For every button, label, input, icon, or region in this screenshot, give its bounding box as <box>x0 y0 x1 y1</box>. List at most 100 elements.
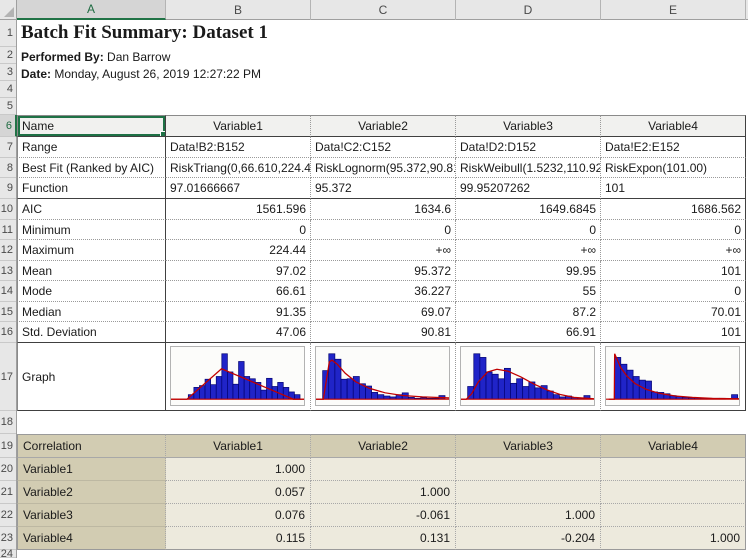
stat-cell[interactable]: 99.95 <box>456 261 601 281</box>
row-header-4[interactable]: 4 <box>0 81 16 98</box>
corr-cell[interactable]: 1.000 <box>166 458 311 481</box>
stat-cell[interactable]: 91.35 <box>166 302 311 322</box>
stat-cell[interactable]: 1561.596 <box>166 199 311 220</box>
stat-cell[interactable]: 97.01666667 <box>166 178 311 199</box>
stat-cell[interactable]: 47.06 <box>166 322 311 343</box>
stat-cell[interactable]: RiskTriang(0,66.610,224.44) <box>166 158 311 178</box>
stat-cell[interactable]: RiskExpon(101.00) <box>601 158 746 178</box>
corr-cell[interactable]: 0.131 <box>311 527 456 550</box>
row-header-22[interactable]: 22 <box>0 504 16 527</box>
histogram-chart-variable4[interactable] <box>605 346 740 406</box>
column-header-B[interactable]: B <box>166 0 311 20</box>
stats-col-header-variable1[interactable]: Variable1 <box>166 115 311 137</box>
stat-label-function[interactable]: Function <box>17 178 166 199</box>
stat-cell[interactable]: Data!E2:E152 <box>601 137 746 158</box>
corr-cell[interactable]: 1.000 <box>601 527 746 550</box>
row-header-9[interactable]: 9 <box>0 178 16 199</box>
stats-col-header-variable4[interactable]: Variable4 <box>601 115 746 137</box>
row-header-2[interactable]: 2 <box>0 47 16 64</box>
corr-row-label[interactable]: Variable3 <box>17 504 166 527</box>
stat-cell[interactable]: RiskWeibull(1.5232,110.92) <box>456 158 601 178</box>
corr-col-header-variable1[interactable]: Variable1 <box>166 434 311 458</box>
corr-cell[interactable] <box>601 481 746 504</box>
column-header-A[interactable]: A <box>17 0 166 20</box>
corr-cell[interactable]: 0.076 <box>166 504 311 527</box>
corr-col-header-variable3[interactable]: Variable3 <box>456 434 601 458</box>
stat-label-best-fit[interactable]: Best Fit (Ranked by AIC) <box>17 158 166 178</box>
stat-cell[interactable]: 224.44 <box>166 240 311 261</box>
corr-col-header-variable4[interactable]: Variable4 <box>601 434 746 458</box>
row-header-10[interactable]: 10 <box>0 199 16 220</box>
stat-cell[interactable]: 70.01 <box>601 302 746 322</box>
row-header-6[interactable]: 6 <box>0 115 17 137</box>
stat-cell[interactable]: Data!D2:D152 <box>456 137 601 158</box>
stat-cell[interactable]: 95.372 <box>311 178 456 199</box>
stat-cell[interactable]: 101 <box>601 322 746 343</box>
stat-cell[interactable]: 0 <box>166 220 311 240</box>
corr-cell[interactable]: -0.204 <box>456 527 601 550</box>
stat-cell[interactable]: +∞ <box>601 240 746 261</box>
histogram-chart-variable1[interactable] <box>170 346 305 406</box>
row-header-1[interactable]: 1 <box>0 20 16 47</box>
stat-label-maximum[interactable]: Maximum <box>17 240 166 261</box>
stat-cell[interactable]: +∞ <box>311 240 456 261</box>
stat-label-graph[interactable]: Graph <box>17 343 166 411</box>
row-header-19[interactable]: 19 <box>0 434 16 458</box>
stat-cell[interactable]: 36.227 <box>311 281 456 302</box>
stat-cell[interactable]: 0 <box>601 220 746 240</box>
corr-row-label[interactable]: Variable1 <box>17 458 166 481</box>
corr-row-label[interactable]: Variable2 <box>17 481 166 504</box>
stat-cell[interactable]: 0 <box>601 281 746 302</box>
stat-cell[interactable]: 1634.6 <box>311 199 456 220</box>
stat-label-mode[interactable]: Mode <box>17 281 166 302</box>
column-header-E[interactable]: E <box>601 0 746 20</box>
stat-cell[interactable]: 87.2 <box>456 302 601 322</box>
corr-cell[interactable] <box>601 458 746 481</box>
corr-cell[interactable]: 0.057 <box>166 481 311 504</box>
row-header-21[interactable]: 21 <box>0 481 16 504</box>
corr-cell[interactable]: 1.000 <box>456 504 601 527</box>
column-header-D[interactable]: D <box>456 0 601 20</box>
stat-cell[interactable]: 0 <box>456 220 601 240</box>
row-header-5[interactable]: 5 <box>0 98 16 115</box>
row-header-17[interactable]: 17 <box>0 343 16 411</box>
row-header-24[interactable]: 24 <box>0 550 16 558</box>
corr-row-label[interactable]: Variable4 <box>17 527 166 550</box>
row-header-16[interactable]: 16 <box>0 322 16 343</box>
stat-cell[interactable]: 66.61 <box>166 281 311 302</box>
selection-fill-handle[interactable] <box>160 131 166 137</box>
corr-cell[interactable] <box>456 481 601 504</box>
cell-name-header[interactable]: Name <box>17 115 166 137</box>
stat-cell[interactable]: 1686.562 <box>601 199 746 220</box>
stat-label-median[interactable]: Median <box>17 302 166 322</box>
row-header-15[interactable]: 15 <box>0 302 16 322</box>
stat-cell[interactable]: +∞ <box>456 240 601 261</box>
stat-cell[interactable]: 95.372 <box>311 261 456 281</box>
row-header-11[interactable]: 11 <box>0 220 16 240</box>
corr-cell[interactable] <box>311 458 456 481</box>
corr-col-header-variable2[interactable]: Variable2 <box>311 434 456 458</box>
stat-label-minimum[interactable]: Minimum <box>17 220 166 240</box>
stat-cell[interactable]: 101 <box>601 178 746 199</box>
stat-label-aic[interactable]: AIC <box>17 199 166 220</box>
stat-cell[interactable]: 99.95207262 <box>456 178 601 199</box>
stat-cell[interactable]: 97.02 <box>166 261 311 281</box>
histogram-chart-variable3[interactable] <box>460 346 595 406</box>
stat-cell[interactable]: 0 <box>311 220 456 240</box>
stat-cell[interactable]: Data!B2:B152 <box>166 137 311 158</box>
stat-label-std-deviation[interactable]: Std. Deviation <box>17 322 166 343</box>
row-header-18[interactable]: 18 <box>0 411 16 434</box>
corr-cell[interactable]: 1.000 <box>311 481 456 504</box>
row-header-7[interactable]: 7 <box>0 137 16 158</box>
row-header-3[interactable]: 3 <box>0 64 16 81</box>
stat-cell[interactable]: 55 <box>456 281 601 302</box>
corr-cell[interactable]: -0.061 <box>311 504 456 527</box>
stat-label-range[interactable]: Range <box>17 137 166 158</box>
correlation-header-cell[interactable]: Correlation <box>17 434 166 458</box>
stat-cell[interactable]: 69.07 <box>311 302 456 322</box>
stat-cell[interactable]: 101 <box>601 261 746 281</box>
stat-cell[interactable]: RiskLognorm(95.372,90.810) <box>311 158 456 178</box>
row-header-14[interactable]: 14 <box>0 281 16 302</box>
corr-cell[interactable]: 0.115 <box>166 527 311 550</box>
row-header-8[interactable]: 8 <box>0 158 16 178</box>
